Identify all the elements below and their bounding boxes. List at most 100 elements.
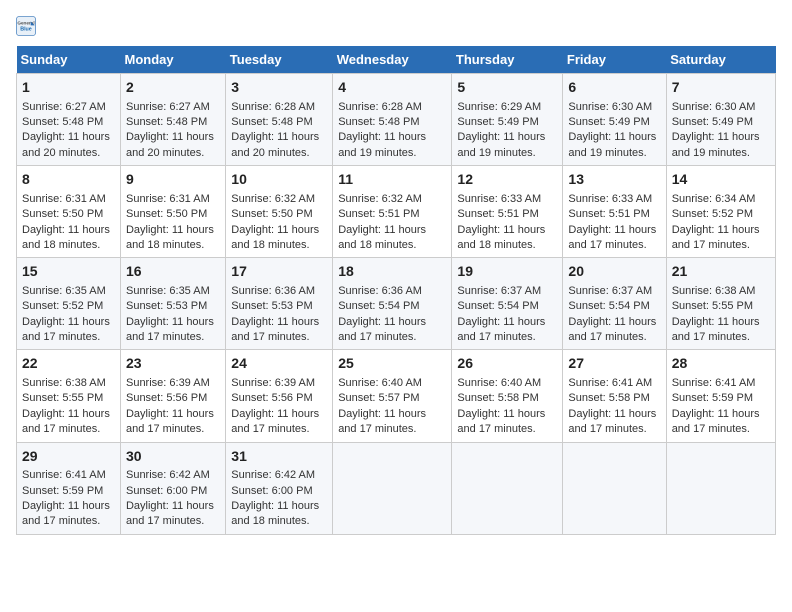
day-number: 30 xyxy=(126,447,220,467)
daylight-text: Daylight: 11 hours and 17 minutes. xyxy=(568,408,656,435)
day-number: 1 xyxy=(22,78,115,98)
daylight-text: Daylight: 11 hours and 18 minutes. xyxy=(231,224,319,251)
daylight-text: Daylight: 11 hours and 17 minutes. xyxy=(672,316,760,343)
calendar-cell: 17Sunrise: 6:36 AMSunset: 5:53 PMDayligh… xyxy=(226,258,333,350)
sunrise-text: Sunrise: 6:35 AM xyxy=(22,285,106,297)
calendar-cell xyxy=(452,442,563,534)
sunset-text: Sunset: 5:49 PM xyxy=(672,116,753,128)
calendar-week-row: 22Sunrise: 6:38 AMSunset: 5:55 PMDayligh… xyxy=(17,350,776,442)
sunrise-text: Sunrise: 6:28 AM xyxy=(338,101,422,113)
sunset-text: Sunset: 6:00 PM xyxy=(231,485,312,497)
calendar-cell: 11Sunrise: 6:32 AMSunset: 5:51 PMDayligh… xyxy=(333,166,452,258)
day-number: 28 xyxy=(672,354,770,374)
day-number: 26 xyxy=(457,354,557,374)
sunrise-text: Sunrise: 6:41 AM xyxy=(568,377,652,389)
calendar-cell xyxy=(666,442,775,534)
day-number: 19 xyxy=(457,262,557,282)
calendar-cell: 28Sunrise: 6:41 AMSunset: 5:59 PMDayligh… xyxy=(666,350,775,442)
sunset-text: Sunset: 5:51 PM xyxy=(338,208,419,220)
sunrise-text: Sunrise: 6:33 AM xyxy=(457,193,541,205)
daylight-text: Daylight: 11 hours and 19 minutes. xyxy=(457,131,545,158)
day-number: 20 xyxy=(568,262,660,282)
header: General Blue xyxy=(16,16,776,36)
calendar-cell: 18Sunrise: 6:36 AMSunset: 5:54 PMDayligh… xyxy=(333,258,452,350)
day-number: 9 xyxy=(126,170,220,190)
daylight-text: Daylight: 11 hours and 17 minutes. xyxy=(22,316,110,343)
calendar-week-row: 1Sunrise: 6:27 AMSunset: 5:48 PMDaylight… xyxy=(17,74,776,166)
day-number: 23 xyxy=(126,354,220,374)
calendar-cell: 27Sunrise: 6:41 AMSunset: 5:58 PMDayligh… xyxy=(563,350,666,442)
daylight-text: Daylight: 11 hours and 17 minutes. xyxy=(457,408,545,435)
page-container: General Blue SundayMondayTuesdayWednesda… xyxy=(16,16,776,535)
sunrise-text: Sunrise: 6:30 AM xyxy=(568,101,652,113)
sunset-text: Sunset: 5:50 PM xyxy=(22,208,103,220)
day-number: 24 xyxy=(231,354,327,374)
calendar-cell xyxy=(563,442,666,534)
day-number: 29 xyxy=(22,447,115,467)
calendar-cell: 4Sunrise: 6:28 AMSunset: 5:48 PMDaylight… xyxy=(333,74,452,166)
calendar-cell: 1Sunrise: 6:27 AMSunset: 5:48 PMDaylight… xyxy=(17,74,121,166)
daylight-text: Daylight: 11 hours and 17 minutes. xyxy=(126,408,214,435)
sunset-text: Sunset: 5:49 PM xyxy=(568,116,649,128)
sunrise-text: Sunrise: 6:31 AM xyxy=(126,193,210,205)
sunset-text: Sunset: 5:53 PM xyxy=(126,300,207,312)
sunrise-text: Sunrise: 6:42 AM xyxy=(126,469,210,481)
calendar-cell: 10Sunrise: 6:32 AMSunset: 5:50 PMDayligh… xyxy=(226,166,333,258)
sunset-text: Sunset: 5:54 PM xyxy=(568,300,649,312)
weekday-header-thursday: Thursday xyxy=(452,46,563,74)
day-number: 7 xyxy=(672,78,770,98)
svg-text:Blue: Blue xyxy=(20,27,32,33)
sunrise-text: Sunrise: 6:35 AM xyxy=(126,285,210,297)
daylight-text: Daylight: 11 hours and 17 minutes. xyxy=(231,316,319,343)
daylight-text: Daylight: 11 hours and 17 minutes. xyxy=(126,316,214,343)
day-number: 22 xyxy=(22,354,115,374)
calendar-cell: 13Sunrise: 6:33 AMSunset: 5:51 PMDayligh… xyxy=(563,166,666,258)
logo: General Blue xyxy=(16,16,38,36)
calendar-cell: 31Sunrise: 6:42 AMSunset: 6:00 PMDayligh… xyxy=(226,442,333,534)
sunrise-text: Sunrise: 6:39 AM xyxy=(231,377,315,389)
calendar-cell: 29Sunrise: 6:41 AMSunset: 5:59 PMDayligh… xyxy=(17,442,121,534)
day-number: 17 xyxy=(231,262,327,282)
calendar-cell: 8Sunrise: 6:31 AMSunset: 5:50 PMDaylight… xyxy=(17,166,121,258)
general-blue-icon: General Blue xyxy=(16,16,36,36)
daylight-text: Daylight: 11 hours and 17 minutes. xyxy=(672,408,760,435)
weekday-header-monday: Monday xyxy=(120,46,225,74)
sunrise-text: Sunrise: 6:37 AM xyxy=(568,285,652,297)
sunrise-text: Sunrise: 6:38 AM xyxy=(22,377,106,389)
day-number: 10 xyxy=(231,170,327,190)
daylight-text: Daylight: 11 hours and 17 minutes. xyxy=(672,224,760,251)
weekday-header-saturday: Saturday xyxy=(666,46,775,74)
calendar-cell: 2Sunrise: 6:27 AMSunset: 5:48 PMDaylight… xyxy=(120,74,225,166)
sunset-text: Sunset: 5:56 PM xyxy=(231,392,312,404)
day-number: 5 xyxy=(457,78,557,98)
sunset-text: Sunset: 5:51 PM xyxy=(457,208,538,220)
day-number: 21 xyxy=(672,262,770,282)
calendar-week-row: 15Sunrise: 6:35 AMSunset: 5:52 PMDayligh… xyxy=(17,258,776,350)
sunset-text: Sunset: 5:58 PM xyxy=(568,392,649,404)
sunrise-text: Sunrise: 6:41 AM xyxy=(672,377,756,389)
sunrise-text: Sunrise: 6:29 AM xyxy=(457,101,541,113)
day-number: 16 xyxy=(126,262,220,282)
sunrise-text: Sunrise: 6:36 AM xyxy=(338,285,422,297)
daylight-text: Daylight: 11 hours and 19 minutes. xyxy=(338,131,426,158)
sunset-text: Sunset: 5:50 PM xyxy=(231,208,312,220)
calendar-cell: 6Sunrise: 6:30 AMSunset: 5:49 PMDaylight… xyxy=(563,74,666,166)
calendar-cell: 26Sunrise: 6:40 AMSunset: 5:58 PMDayligh… xyxy=(452,350,563,442)
daylight-text: Daylight: 11 hours and 17 minutes. xyxy=(22,408,110,435)
weekday-header-friday: Friday xyxy=(563,46,666,74)
weekday-header-sunday: Sunday xyxy=(17,46,121,74)
daylight-text: Daylight: 11 hours and 19 minutes. xyxy=(568,131,656,158)
weekday-header-wednesday: Wednesday xyxy=(333,46,452,74)
sunrise-text: Sunrise: 6:40 AM xyxy=(457,377,541,389)
sunrise-text: Sunrise: 6:36 AM xyxy=(231,285,315,297)
calendar-cell xyxy=(333,442,452,534)
calendar-week-row: 29Sunrise: 6:41 AMSunset: 5:59 PMDayligh… xyxy=(17,442,776,534)
sunset-text: Sunset: 5:48 PM xyxy=(126,116,207,128)
calendar-cell: 30Sunrise: 6:42 AMSunset: 6:00 PMDayligh… xyxy=(120,442,225,534)
daylight-text: Daylight: 11 hours and 18 minutes. xyxy=(22,224,110,251)
sunset-text: Sunset: 5:51 PM xyxy=(568,208,649,220)
day-number: 13 xyxy=(568,170,660,190)
sunrise-text: Sunrise: 6:41 AM xyxy=(22,469,106,481)
daylight-text: Daylight: 11 hours and 17 minutes. xyxy=(568,316,656,343)
sunrise-text: Sunrise: 6:32 AM xyxy=(338,193,422,205)
